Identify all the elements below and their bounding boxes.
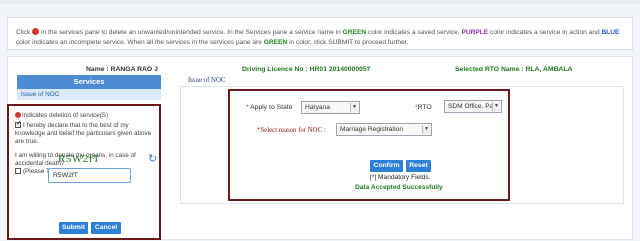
services-header: Services bbox=[17, 75, 161, 89]
info-purple-word: PURPLE bbox=[461, 29, 489, 36]
driving-licence-number: Driving Licence No : HR01 20140000057 bbox=[242, 66, 371, 73]
info-text-3: color indicates a saved service, bbox=[367, 29, 460, 36]
info-text-2: in the services pane to delete an unwant… bbox=[40, 29, 341, 36]
declaration-text: I hereby declare that to the best of my … bbox=[15, 122, 152, 145]
declaration-checkbox[interactable] bbox=[15, 120, 22, 128]
info-text-4: color indicates a service in action and bbox=[490, 29, 600, 36]
reason-select[interactable]: Marriage Registration ▼ bbox=[336, 123, 432, 136]
state-label: Apply to State bbox=[250, 104, 293, 111]
info-text-1: Click bbox=[16, 29, 31, 36]
chevron-down-icon: ▼ bbox=[350, 103, 358, 112]
rto-label: RTO bbox=[417, 104, 432, 111]
applicant-name: Name : RANGA RAO J bbox=[86, 66, 158, 73]
rto-label-row: *RTO bbox=[415, 104, 432, 111]
info-text-6: in color, click SUBMIT to proceed furthe… bbox=[289, 39, 409, 46]
captcha-input[interactable]: R5W2fT bbox=[48, 168, 131, 183]
delete-icon bbox=[15, 112, 21, 118]
reason-label: Select reason for NOC : bbox=[260, 127, 326, 134]
organ-donation-checkbox[interactable] bbox=[15, 168, 21, 174]
confirm-button[interactable]: Confirm bbox=[370, 160, 403, 172]
rto-select-value: SDM Office, Par bbox=[448, 103, 496, 110]
service-item-issue-of-noc[interactable]: Issue of NOC bbox=[17, 89, 161, 100]
mandatory-fields-note: [*] Mandatory Fields. bbox=[370, 174, 431, 181]
captcha-row: R5W2fT ↻ bbox=[40, 153, 160, 165]
status-message: Data Accepted Successfully bbox=[355, 184, 443, 191]
delete-icon bbox=[32, 28, 40, 35]
state-select-value: Haryana bbox=[305, 104, 330, 111]
refresh-captcha-icon[interactable]: ↻ bbox=[148, 152, 157, 165]
reason-label-row: *Select reason for NOC : bbox=[257, 127, 326, 134]
declaration-row: I hereby declare that to the best of my … bbox=[15, 120, 153, 146]
instructions-box: Click in the services pane to delete an … bbox=[7, 17, 633, 50]
deletion-note-row: Indicates deletion of service(S) bbox=[15, 112, 153, 120]
rto-select[interactable]: SDM Office, Par ▼ bbox=[444, 100, 502, 113]
reset-button[interactable]: Reset bbox=[406, 160, 431, 172]
reason-select-value: Marriage Registration bbox=[340, 126, 404, 133]
submit-button[interactable]: Submit bbox=[59, 222, 88, 234]
state-select[interactable]: Haryana ▼ bbox=[301, 101, 360, 114]
top-strip bbox=[0, 0, 640, 4]
chevron-down-icon: ▼ bbox=[492, 102, 500, 111]
info-green-word: GREEN bbox=[342, 29, 367, 36]
info-blue-word: BLUE bbox=[601, 29, 620, 36]
service-title: Issue of NOC bbox=[188, 77, 226, 84]
state-label-row: * Apply to State bbox=[246, 104, 293, 111]
chevron-down-icon: ▼ bbox=[422, 125, 430, 134]
cancel-button[interactable]: Cancel bbox=[91, 222, 121, 234]
info-text-5: color indicates an incomplete service. W… bbox=[16, 39, 262, 46]
deletion-note: Indicates deletion of service(S) bbox=[22, 112, 109, 119]
captcha-image: R5W2fT bbox=[58, 153, 101, 165]
selected-rto: Selected RTO Name : RLA, AMBALA bbox=[455, 66, 573, 73]
info-green-word-2: GREEN bbox=[263, 39, 288, 46]
